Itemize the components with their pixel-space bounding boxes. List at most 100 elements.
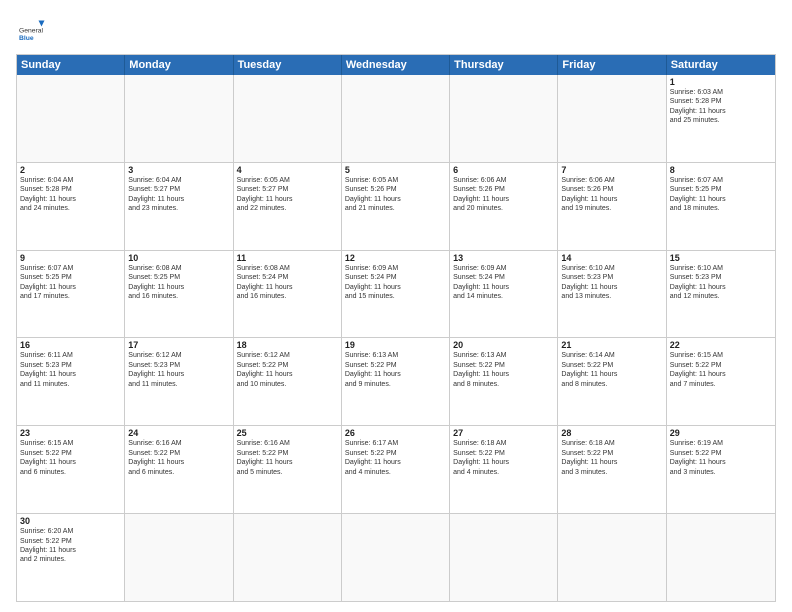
empty-cell-0-4 [450, 75, 558, 162]
calendar-header: SundayMondayTuesdayWednesdayThursdayFrid… [17, 55, 775, 75]
day-cell-2: 2Sunrise: 6:04 AM Sunset: 5:28 PM Daylig… [17, 163, 125, 250]
day-info: Sunrise: 6:16 AM Sunset: 5:22 PM Dayligh… [237, 439, 338, 477]
day-number: 27 [453, 428, 554, 438]
day-info: Sunrise: 6:20 AM Sunset: 5:22 PM Dayligh… [20, 527, 121, 565]
day-number: 16 [20, 340, 121, 350]
day-info: Sunrise: 6:17 AM Sunset: 5:22 PM Dayligh… [345, 439, 446, 477]
day-number: 12 [345, 253, 446, 263]
svg-text:General: General [19, 28, 44, 35]
day-cell-25: 25Sunrise: 6:16 AM Sunset: 5:22 PM Dayli… [234, 426, 342, 513]
calendar-row-3: 16Sunrise: 6:11 AM Sunset: 5:23 PM Dayli… [17, 337, 775, 425]
day-number: 2 [20, 165, 121, 175]
day-number: 14 [561, 253, 662, 263]
weekday-header-friday: Friday [558, 55, 666, 75]
calendar-row-5: 30Sunrise: 6:20 AM Sunset: 5:22 PM Dayli… [17, 513, 775, 601]
day-cell-7: 7Sunrise: 6:06 AM Sunset: 5:26 PM Daylig… [558, 163, 666, 250]
empty-cell-5-2 [234, 514, 342, 601]
empty-cell-5-5 [558, 514, 666, 601]
day-number: 9 [20, 253, 121, 263]
weekday-header-tuesday: Tuesday [234, 55, 342, 75]
empty-cell-0-0 [17, 75, 125, 162]
day-cell-20: 20Sunrise: 6:13 AM Sunset: 5:22 PM Dayli… [450, 338, 558, 425]
day-cell-15: 15Sunrise: 6:10 AM Sunset: 5:23 PM Dayli… [667, 251, 775, 338]
day-number: 20 [453, 340, 554, 350]
logo: General Blue [16, 16, 46, 46]
day-number: 6 [453, 165, 554, 175]
svg-text:Blue: Blue [19, 35, 34, 42]
day-info: Sunrise: 6:05 AM Sunset: 5:27 PM Dayligh… [237, 176, 338, 214]
day-number: 23 [20, 428, 121, 438]
day-cell-1: 1Sunrise: 6:03 AM Sunset: 5:28 PM Daylig… [667, 75, 775, 162]
day-number: 17 [128, 340, 229, 350]
day-number: 21 [561, 340, 662, 350]
weekday-header-wednesday: Wednesday [342, 55, 450, 75]
day-number: 13 [453, 253, 554, 263]
day-number: 26 [345, 428, 446, 438]
day-info: Sunrise: 6:18 AM Sunset: 5:22 PM Dayligh… [453, 439, 554, 477]
day-cell-10: 10Sunrise: 6:08 AM Sunset: 5:25 PM Dayli… [125, 251, 233, 338]
day-cell-21: 21Sunrise: 6:14 AM Sunset: 5:22 PM Dayli… [558, 338, 666, 425]
day-cell-5: 5Sunrise: 6:05 AM Sunset: 5:26 PM Daylig… [342, 163, 450, 250]
day-cell-13: 13Sunrise: 6:09 AM Sunset: 5:24 PM Dayli… [450, 251, 558, 338]
empty-cell-5-1 [125, 514, 233, 601]
day-info: Sunrise: 6:07 AM Sunset: 5:25 PM Dayligh… [670, 176, 772, 214]
day-info: Sunrise: 6:12 AM Sunset: 5:22 PM Dayligh… [237, 351, 338, 389]
day-number: 11 [237, 253, 338, 263]
day-number: 8 [670, 165, 772, 175]
day-info: Sunrise: 6:15 AM Sunset: 5:22 PM Dayligh… [20, 439, 121, 477]
day-cell-26: 26Sunrise: 6:17 AM Sunset: 5:22 PM Dayli… [342, 426, 450, 513]
day-number: 10 [128, 253, 229, 263]
day-info: Sunrise: 6:03 AM Sunset: 5:28 PM Dayligh… [670, 88, 772, 126]
day-cell-28: 28Sunrise: 6:18 AM Sunset: 5:22 PM Dayli… [558, 426, 666, 513]
day-cell-12: 12Sunrise: 6:09 AM Sunset: 5:24 PM Dayli… [342, 251, 450, 338]
header: General Blue [16, 16, 776, 46]
day-cell-4: 4Sunrise: 6:05 AM Sunset: 5:27 PM Daylig… [234, 163, 342, 250]
day-info: Sunrise: 6:14 AM Sunset: 5:22 PM Dayligh… [561, 351, 662, 389]
day-cell-17: 17Sunrise: 6:12 AM Sunset: 5:23 PM Dayli… [125, 338, 233, 425]
day-info: Sunrise: 6:11 AM Sunset: 5:23 PM Dayligh… [20, 351, 121, 389]
day-info: Sunrise: 6:13 AM Sunset: 5:22 PM Dayligh… [453, 351, 554, 389]
day-number: 30 [20, 516, 121, 526]
day-info: Sunrise: 6:12 AM Sunset: 5:23 PM Dayligh… [128, 351, 229, 389]
empty-cell-0-3 [342, 75, 450, 162]
day-cell-8: 8Sunrise: 6:07 AM Sunset: 5:25 PM Daylig… [667, 163, 775, 250]
day-cell-30: 30Sunrise: 6:20 AM Sunset: 5:22 PM Dayli… [17, 514, 125, 601]
day-info: Sunrise: 6:15 AM Sunset: 5:22 PM Dayligh… [670, 351, 772, 389]
day-cell-22: 22Sunrise: 6:15 AM Sunset: 5:22 PM Dayli… [667, 338, 775, 425]
empty-cell-5-6 [667, 514, 775, 601]
calendar-row-4: 23Sunrise: 6:15 AM Sunset: 5:22 PM Dayli… [17, 425, 775, 513]
calendar: SundayMondayTuesdayWednesdayThursdayFrid… [16, 54, 776, 602]
day-number: 28 [561, 428, 662, 438]
empty-cell-0-1 [125, 75, 233, 162]
page: General Blue SundayMondayTuesdayWednesda… [0, 0, 792, 612]
empty-cell-5-3 [342, 514, 450, 601]
day-info: Sunrise: 6:04 AM Sunset: 5:28 PM Dayligh… [20, 176, 121, 214]
empty-cell-0-2 [234, 75, 342, 162]
day-info: Sunrise: 6:10 AM Sunset: 5:23 PM Dayligh… [670, 264, 772, 302]
day-info: Sunrise: 6:13 AM Sunset: 5:22 PM Dayligh… [345, 351, 446, 389]
calendar-row-1: 2Sunrise: 6:04 AM Sunset: 5:28 PM Daylig… [17, 162, 775, 250]
day-info: Sunrise: 6:08 AM Sunset: 5:24 PM Dayligh… [237, 264, 338, 302]
day-info: Sunrise: 6:09 AM Sunset: 5:24 PM Dayligh… [453, 264, 554, 302]
day-number: 29 [670, 428, 772, 438]
day-number: 18 [237, 340, 338, 350]
day-info: Sunrise: 6:04 AM Sunset: 5:27 PM Dayligh… [128, 176, 229, 214]
day-cell-14: 14Sunrise: 6:10 AM Sunset: 5:23 PM Dayli… [558, 251, 666, 338]
day-number: 15 [670, 253, 772, 263]
empty-cell-0-5 [558, 75, 666, 162]
day-info: Sunrise: 6:09 AM Sunset: 5:24 PM Dayligh… [345, 264, 446, 302]
logo-icon: General Blue [16, 16, 46, 46]
day-cell-18: 18Sunrise: 6:12 AM Sunset: 5:22 PM Dayli… [234, 338, 342, 425]
empty-cell-5-4 [450, 514, 558, 601]
weekday-header-thursday: Thursday [450, 55, 558, 75]
calendar-row-0: 1Sunrise: 6:03 AM Sunset: 5:28 PM Daylig… [17, 75, 775, 162]
day-cell-11: 11Sunrise: 6:08 AM Sunset: 5:24 PM Dayli… [234, 251, 342, 338]
day-info: Sunrise: 6:08 AM Sunset: 5:25 PM Dayligh… [128, 264, 229, 302]
day-number: 5 [345, 165, 446, 175]
day-number: 7 [561, 165, 662, 175]
day-number: 19 [345, 340, 446, 350]
day-cell-19: 19Sunrise: 6:13 AM Sunset: 5:22 PM Dayli… [342, 338, 450, 425]
day-info: Sunrise: 6:06 AM Sunset: 5:26 PM Dayligh… [561, 176, 662, 214]
day-number: 1 [670, 77, 772, 87]
day-cell-3: 3Sunrise: 6:04 AM Sunset: 5:27 PM Daylig… [125, 163, 233, 250]
